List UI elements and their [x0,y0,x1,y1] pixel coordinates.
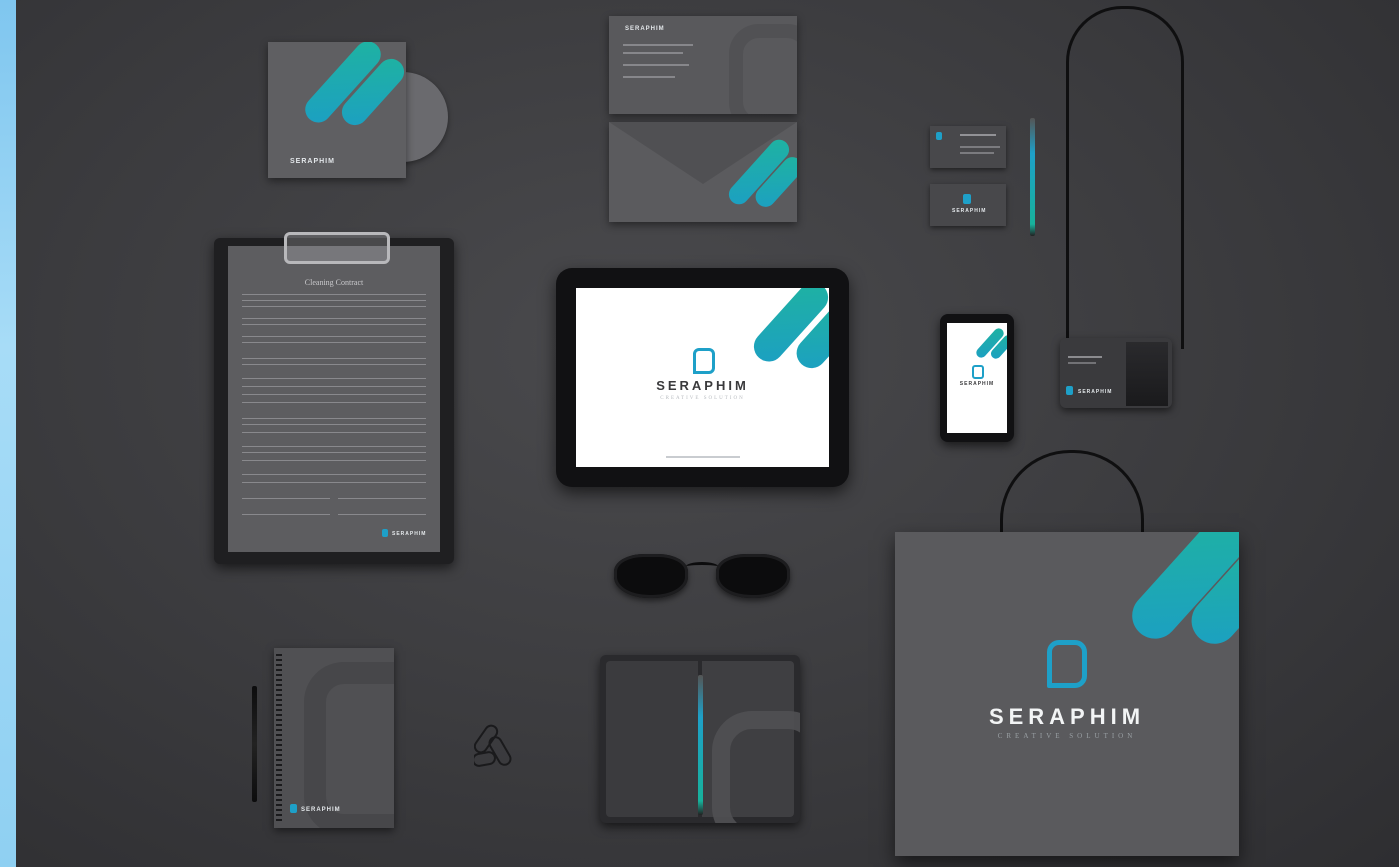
notebook-pen [698,675,703,815]
business-card-back [930,126,1006,168]
notebook-logo-icon [290,804,297,813]
shopping-bag: SERAPHIM CREATIVE SOLUTION [895,532,1239,856]
seraphim-logo-icon [1047,640,1087,688]
tablet-tagline: CREATIVE SOLUTION [660,396,745,401]
left-lens [614,554,688,598]
watermark-logo [712,711,800,823]
tablet-brand: SERAPHIM [656,378,749,393]
bag-tagline: CREATIVE SOLUTION [997,732,1137,740]
business-card-front: SERAPHIM [930,184,1006,226]
spiral-notebook: SERAPHIM [274,648,394,828]
phone-screen: SERAPHIM [947,323,1007,433]
notebook-spiral [276,654,282,822]
clipboard-clip [284,232,390,264]
clipboard-contract: Cleaning Contract SERAPHIM [214,232,454,564]
smartphone: SERAPHIM [940,314,1014,442]
envelope-brand: SERAPHIM [625,26,665,32]
cd-sleeve: SERAPHIM [268,42,448,178]
glasses-bridge [686,562,718,571]
card-brand: SERAPHIM [952,208,987,214]
seraphim-logo-icon [693,348,715,374]
contract-sheet: Cleaning Contract SERAPHIM [228,246,440,552]
open-notebook [600,655,800,823]
lanyard [1066,6,1184,349]
badge-photo [1126,342,1168,406]
sunglasses [612,548,792,604]
contract-logo-icon [382,529,388,537]
notebook-right-page [702,661,800,823]
badge-brand: SERAPHIM [1078,389,1113,395]
id-badge: SERAPHIM [1060,338,1172,408]
watermark-logo [729,24,797,114]
phone-logo-icon [972,365,984,379]
tablet-screen: SERAPHIM CREATIVE SOLUTION [576,288,829,467]
paper-clips [474,724,512,767]
envelope [609,122,797,222]
watermark-logo [304,662,394,828]
black-pen [252,686,257,802]
cd-cover: SERAPHIM [268,42,406,178]
letterhead-envelope: SERAPHIM [609,16,797,114]
notebook-brand: SERAPHIM [301,807,341,813]
cd-brand: SERAPHIM [290,158,335,165]
notebook-left-page [606,661,698,817]
contract-brand: SERAPHIM [392,531,427,537]
sky-edge [0,0,16,867]
pen [1030,118,1035,236]
tablet: SERAPHIM CREATIVE SOLUTION [556,268,849,487]
contract-title: Cleaning Contract [304,278,364,287]
phone-brand: SERAPHIM [959,381,995,387]
right-lens [716,554,790,598]
bag-brand: SERAPHIM [988,704,1146,729]
